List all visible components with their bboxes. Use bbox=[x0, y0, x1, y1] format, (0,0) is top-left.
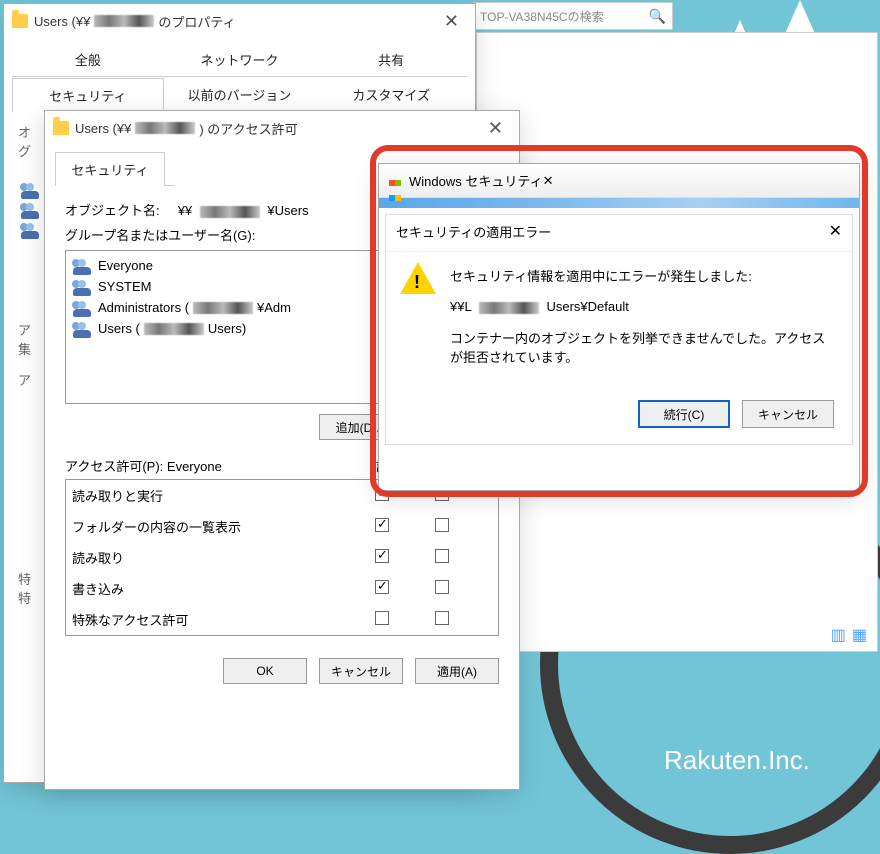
tab-sharing[interactable]: 共有 bbox=[315, 42, 467, 76]
details-view-icon[interactable]: ▥ bbox=[831, 625, 846, 645]
permissions-title-prefix: Users (¥¥ bbox=[75, 121, 131, 136]
blur-mask bbox=[94, 15, 154, 27]
users-icon bbox=[72, 301, 92, 315]
perm-row: 読み取り bbox=[66, 542, 498, 573]
permissions-tab-security[interactable]: セキュリティ bbox=[55, 152, 165, 186]
folder-icon bbox=[53, 121, 69, 135]
continue-button[interactable]: 続行(C) bbox=[638, 400, 730, 428]
tab-security[interactable]: セキュリティ bbox=[12, 78, 164, 112]
security-titlebar[interactable]: Windows セキュリティ ✕ bbox=[379, 164, 859, 198]
security-dialog: Windows セキュリティ ✕ セキュリティの適用エラー ✕ セキュリティ情報… bbox=[378, 163, 860, 491]
close-icon[interactable]: ✕ bbox=[480, 118, 511, 139]
close-icon[interactable]: ✕ bbox=[829, 221, 842, 241]
tab-previous-versions[interactable]: 以前のバージョン bbox=[164, 77, 316, 111]
cancel-button[interactable]: キャンセル bbox=[319, 658, 403, 684]
deny-checkbox[interactable] bbox=[435, 580, 449, 594]
apply-button[interactable]: 適用(A) bbox=[415, 658, 499, 684]
brand-text: Rakuten.Inc. bbox=[664, 745, 810, 776]
permissions-header: アクセス許可(P): Everyone bbox=[65, 456, 359, 475]
deny-checkbox[interactable] bbox=[435, 518, 449, 532]
desktop-search[interactable]: TOP-VA38N45Cの検索 🔍 bbox=[473, 2, 673, 30]
allow-checkbox[interactable] bbox=[375, 580, 389, 594]
tab-customize[interactable]: カスタマイズ bbox=[315, 77, 467, 111]
ok-button[interactable]: OK bbox=[223, 658, 307, 684]
allow-checkbox[interactable] bbox=[375, 518, 389, 532]
error-title: セキュリティの適用エラー bbox=[396, 222, 551, 241]
permissions-titlebar[interactable]: Users (¥¥ ) のアクセス許可 ✕ bbox=[45, 111, 519, 145]
error-path-suffix: Users¥Default bbox=[546, 299, 628, 314]
windows-flag-icon bbox=[389, 174, 403, 188]
object-name-prefix: ¥¥ bbox=[178, 203, 192, 218]
security-window-title: Windows セキュリティ bbox=[409, 171, 543, 190]
folder-icon bbox=[12, 14, 28, 28]
permissions-table: 読み取りと実行 フォルダーの内容の一覧表示 読み取り bbox=[65, 479, 499, 636]
search-icon: 🔍 bbox=[649, 8, 666, 25]
blur-mask bbox=[200, 206, 260, 218]
warning-icon bbox=[400, 262, 436, 298]
properties-tabs-row2: セキュリティ 以前のバージョン カスタマイズ bbox=[12, 77, 467, 112]
error-line2: コンテナー内のオブジェクトを列挙できませんでした。アクセスが拒否されています。 bbox=[450, 328, 838, 366]
thumb-view-icon[interactable]: ▦ bbox=[852, 625, 867, 645]
perm-row: 特殊なアクセス許可 bbox=[66, 604, 498, 635]
blur-mask bbox=[135, 122, 195, 134]
error-path-prefix: ¥¥L bbox=[450, 299, 471, 314]
cancel-button[interactable]: キャンセル bbox=[742, 400, 834, 428]
header-gradient bbox=[379, 198, 859, 208]
deny-checkbox[interactable] bbox=[435, 549, 449, 563]
allow-checkbox[interactable] bbox=[375, 549, 389, 563]
properties-tabs-row1: 全般 ネットワーク 共有 bbox=[12, 42, 467, 77]
users-icon bbox=[72, 280, 92, 294]
tab-general[interactable]: 全般 bbox=[12, 42, 164, 76]
users-icon bbox=[72, 259, 92, 273]
search-placeholder: TOP-VA38N45Cの検索 bbox=[480, 8, 604, 25]
object-name-label: オブジェクト名: bbox=[65, 203, 160, 218]
properties-title-prefix: Users (¥¥ bbox=[34, 14, 90, 29]
properties-title-suffix: のプロパティ bbox=[158, 12, 235, 31]
users-icon bbox=[72, 322, 92, 336]
error-line1: セキュリティ情報を適用中にエラーが発生しました: bbox=[450, 266, 838, 285]
perm-row: フォルダーの内容の一覧表示 bbox=[66, 511, 498, 542]
allow-checkbox[interactable] bbox=[375, 611, 389, 625]
deny-checkbox[interactable] bbox=[435, 611, 449, 625]
object-name-suffix: ¥Users bbox=[267, 203, 308, 218]
tab-network[interactable]: ネットワーク bbox=[164, 42, 316, 76]
perm-row: 書き込み bbox=[66, 573, 498, 604]
close-icon[interactable]: ✕ bbox=[436, 11, 467, 32]
close-icon[interactable]: ✕ bbox=[543, 173, 554, 189]
permissions-title-suffix: ) のアクセス許可 bbox=[199, 119, 297, 138]
blur-mask bbox=[479, 302, 539, 314]
properties-titlebar[interactable]: Users (¥¥ のプロパティ ✕ bbox=[4, 4, 475, 38]
